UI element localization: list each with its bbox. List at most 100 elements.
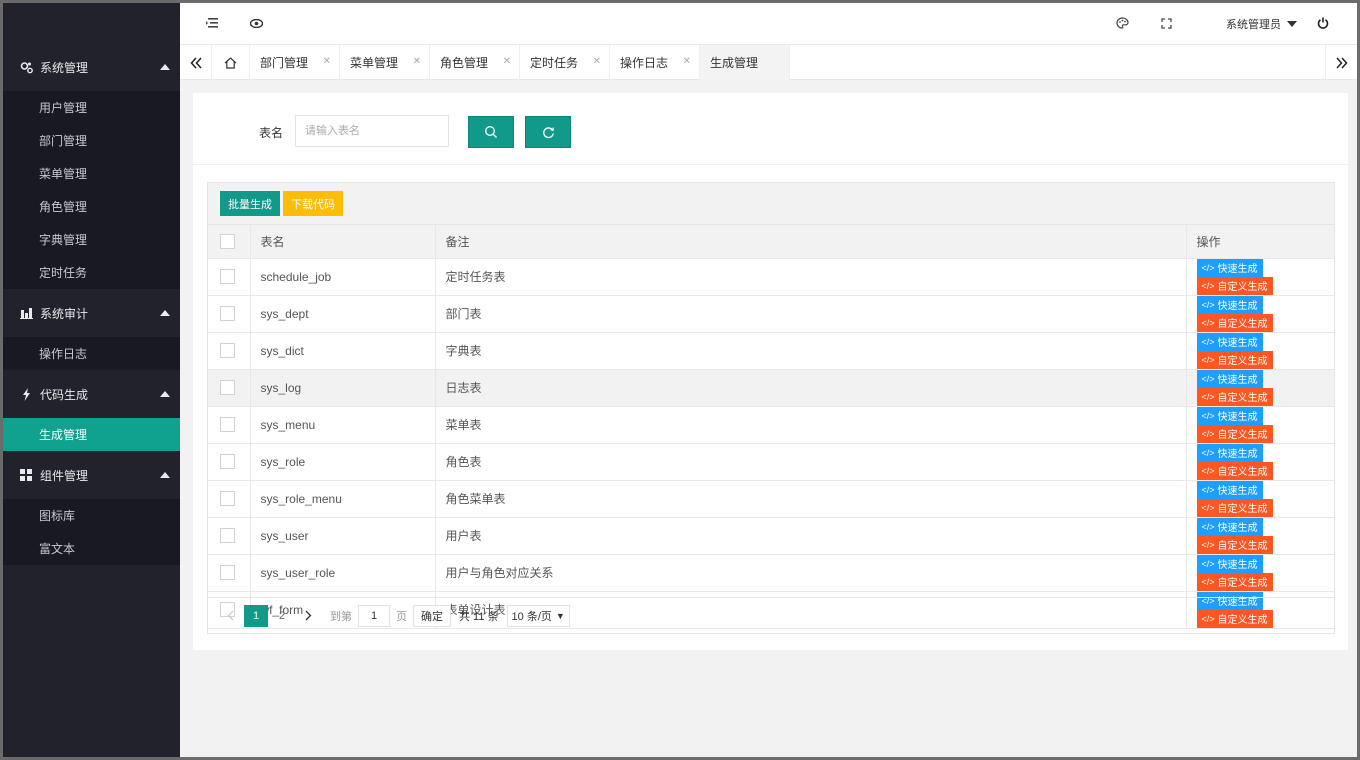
- custom-generate-button[interactable]: </> 自定义生成: [1196, 535, 1273, 554]
- sidebar-group-header[interactable]: 代码生成: [3, 370, 180, 418]
- custom-generate-button[interactable]: </> 自定义生成: [1196, 313, 1273, 332]
- custom-generate-button[interactable]: </> 自定义生成: [1196, 424, 1273, 443]
- custom-generate-label: 自定义生成: [1217, 393, 1268, 404]
- select-all-checkbox[interactable]: [220, 233, 235, 249]
- table-row[interactable]: sys_dept 部门表 </> 快速生成 </> 自定义生成: [208, 295, 1334, 333]
- code-icon: </>: [1201, 521, 1215, 532]
- sidebar-item[interactable]: 图标库: [3, 499, 180, 532]
- home-icon[interactable]: [212, 45, 250, 80]
- custom-generate-button[interactable]: </> 自定义生成: [1196, 387, 1273, 406]
- quick-generate-button[interactable]: </> 快速生成: [1196, 258, 1263, 277]
- row-checkbox[interactable]: [220, 380, 235, 395]
- refresh-button[interactable]: [525, 116, 571, 148]
- tab[interactable]: 定时任务 ✕: [520, 45, 610, 80]
- download-code-button[interactable]: 下载代码: [283, 191, 343, 216]
- palette-icon[interactable]: [1114, 15, 1130, 31]
- row-checkbox[interactable]: [220, 528, 235, 543]
- quick-generate-button[interactable]: </> 快速生成: [1196, 369, 1263, 388]
- goto-page-input[interactable]: [358, 604, 390, 627]
- actions-cell: </> 快速生成 </> 自定义生成: [1185, 406, 1334, 444]
- checkbox-cell: [208, 554, 250, 592]
- prev-page-icon[interactable]: [218, 605, 242, 627]
- tab[interactable]: 生成管理: [700, 45, 790, 80]
- row-checkbox[interactable]: [220, 343, 235, 358]
- actions-cell: </> 快速生成 </> 自定义生成: [1185, 258, 1334, 296]
- tab[interactable]: 部门管理 ✕: [250, 45, 340, 80]
- table-row[interactable]: sys_role_menu 角色菜单表 </> 快速生成 </> 自定义生成: [208, 480, 1334, 518]
- table-row[interactable]: sys_user_role 用户与角色对应关系 </> 快速生成 </> 自定义生成: [208, 554, 1334, 592]
- tabs-scroll-right-icon[interactable]: [1325, 45, 1357, 80]
- tab-label: 菜单管理: [350, 56, 399, 70]
- user-name: 系统管理员: [1226, 19, 1281, 31]
- quick-generate-button[interactable]: </> 快速生成: [1196, 443, 1263, 462]
- eye-icon[interactable]: [248, 15, 264, 31]
- page-size-select[interactable]: 10 条/页 ▼: [506, 604, 570, 627]
- sidebar-group-header[interactable]: 组件管理: [3, 451, 180, 499]
- sidebar-item[interactable]: 角色管理: [3, 190, 180, 223]
- custom-generate-button[interactable]: </> 自定义生成: [1196, 572, 1273, 591]
- fullscreen-icon[interactable]: [1158, 15, 1174, 31]
- tab[interactable]: 菜单管理 ✕: [340, 45, 430, 80]
- sidebar-group-header[interactable]: 系统审计: [3, 289, 180, 337]
- batch-generate-button[interactable]: 批量生成: [220, 191, 280, 216]
- close-icon[interactable]: ✕: [323, 56, 331, 67]
- custom-generate-label: 自定义生成: [1217, 541, 1268, 552]
- sidebar-item[interactable]: 字典管理: [3, 223, 180, 256]
- menu-toggle-icon[interactable]: [204, 15, 220, 31]
- comment-cell: 菜单表: [434, 406, 1186, 444]
- quick-generate-button[interactable]: </> 快速生成: [1196, 554, 1263, 573]
- goto-confirm-button[interactable]: 确定: [413, 604, 451, 627]
- close-icon[interactable]: ✕: [503, 56, 511, 67]
- custom-generate-button[interactable]: </> 自定义生成: [1196, 461, 1273, 480]
- tab[interactable]: 角色管理 ✕: [430, 45, 520, 80]
- page-1-button[interactable]: 1: [244, 604, 268, 627]
- next-page-icon[interactable]: [296, 605, 320, 627]
- custom-generate-button[interactable]: </> 自定义生成: [1196, 276, 1273, 295]
- quick-generate-label: 快速生成: [1217, 264, 1258, 275]
- tab[interactable]: 操作日志 ✕: [610, 45, 700, 80]
- caret-up-icon: [160, 64, 170, 70]
- sidebar-item[interactable]: 用户管理: [3, 91, 180, 124]
- table-row[interactable]: schedule_job 定时任务表 </> 快速生成 </> 自定义生成: [208, 258, 1334, 296]
- sidebar-item[interactable]: 菜单管理: [3, 157, 180, 190]
- actions-cell: </> 快速生成 </> 自定义生成: [1185, 369, 1334, 407]
- table-name-search-input[interactable]: [295, 115, 449, 147]
- row-checkbox[interactable]: [220, 565, 235, 580]
- table-row[interactable]: sys_role 角色表 </> 快速生成 </> 自定义生成: [208, 443, 1334, 481]
- tabs-scroll-left-icon[interactable]: [180, 45, 212, 80]
- quick-generate-label: 快速生成: [1217, 375, 1258, 386]
- sidebar-item[interactable]: 富文本: [3, 532, 180, 565]
- row-checkbox[interactable]: [220, 417, 235, 432]
- search-button[interactable]: [468, 116, 514, 148]
- page-2-button[interactable]: 2: [270, 605, 294, 627]
- custom-generate-label: 自定义生成: [1217, 282, 1268, 293]
- sidebar-item[interactable]: 操作日志: [3, 337, 180, 370]
- quick-generate-button[interactable]: </> 快速生成: [1196, 406, 1263, 425]
- user-menu[interactable]: 系统管理员: [1226, 16, 1297, 32]
- quick-generate-button[interactable]: </> 快速生成: [1196, 517, 1263, 536]
- custom-generate-label: 自定义生成: [1217, 467, 1268, 478]
- table-row[interactable]: sys_log 日志表 </> 快速生成 </> 自定义生成: [208, 369, 1334, 407]
- row-checkbox[interactable]: [220, 491, 235, 506]
- sidebar-item[interactable]: 定时任务: [3, 256, 180, 289]
- table-row[interactable]: sys_menu 菜单表 </> 快速生成 </> 自定义生成: [208, 406, 1334, 444]
- sidebar-item[interactable]: 部门管理: [3, 124, 180, 157]
- row-checkbox[interactable]: [220, 269, 235, 284]
- sidebar-item[interactable]: 生成管理: [3, 418, 180, 451]
- quick-generate-button[interactable]: </> 快速生成: [1196, 332, 1263, 351]
- quick-generate-button[interactable]: </> 快速生成: [1196, 295, 1263, 314]
- table-row[interactable]: sys_dict 字典表 </> 快速生成 </> 自定义生成: [208, 332, 1334, 370]
- close-icon[interactable]: ✕: [593, 56, 601, 67]
- sidebar-group-header[interactable]: 系统管理: [3, 43, 180, 91]
- close-icon[interactable]: ✕: [413, 56, 421, 67]
- row-checkbox[interactable]: [220, 306, 235, 321]
- power-icon[interactable]: [1315, 15, 1331, 31]
- close-icon[interactable]: ✕: [683, 56, 691, 67]
- quick-generate-label: 快速生成: [1217, 560, 1258, 571]
- quick-generate-button[interactable]: </> 快速生成: [1196, 480, 1263, 499]
- custom-generate-button[interactable]: </> 自定义生成: [1196, 498, 1273, 517]
- custom-generate-button[interactable]: </> 自定义生成: [1196, 350, 1273, 369]
- table-row[interactable]: sys_user 用户表 </> 快速生成 </> 自定义生成: [208, 517, 1334, 555]
- table-name-cell: sys_user: [249, 517, 435, 555]
- row-checkbox[interactable]: [220, 454, 235, 469]
